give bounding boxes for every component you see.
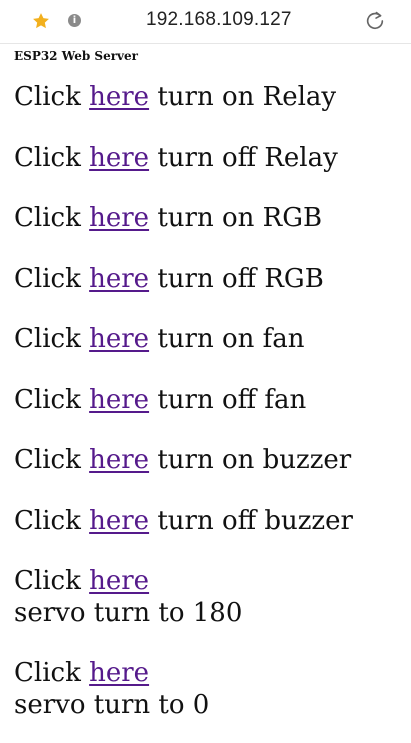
action-text: turn on fan (149, 324, 305, 354)
relay-off-link[interactable]: here (89, 143, 149, 173)
buzzer-on-line: Click here turn on buzzer (14, 444, 397, 476)
relay-off-line: Click here turn off Relay (14, 142, 397, 174)
click-text: Click (14, 324, 90, 354)
reload-icon[interactable] (364, 10, 386, 32)
click-text: Click (14, 203, 90, 233)
page-content: ESP32 Web Server Click here turn on Rela… (0, 48, 411, 721)
click-text: Click (14, 505, 90, 536)
buzzer-off-link[interactable]: here (89, 506, 149, 536)
rgb-on-link[interactable]: here (89, 203, 149, 233)
action-text: turn on Relay (149, 82, 337, 112)
click-text: Click (14, 445, 90, 475)
action-text: turn on buzzer (149, 445, 352, 475)
star-icon[interactable] (31, 11, 51, 31)
browser-toolbar: i 192.168.109.127 (0, 0, 411, 44)
buzzer-off-line: Click here turn off buzzer (14, 505, 397, 537)
rgb-on-line: Click here turn on RGB (14, 202, 397, 234)
click-text: Click (14, 384, 90, 415)
click-text: Click (14, 82, 90, 112)
fan-on-line: Click here turn on fan (14, 323, 397, 355)
fan-on-link[interactable]: here (89, 324, 149, 354)
action-text: turn off buzzer (149, 505, 353, 536)
action-text: turn off Relay (149, 142, 338, 173)
click-text: Click (14, 658, 90, 688)
fan-off-link[interactable]: here (89, 385, 149, 415)
click-text: Click (14, 263, 90, 294)
action-text: turn off fan (149, 384, 307, 415)
action-text: servo turn to 180 (14, 598, 243, 628)
click-text: Click (14, 566, 90, 596)
fan-off-line: Click here turn off fan (14, 384, 397, 416)
action-text: servo turn to 0 (14, 690, 210, 720)
page-title: ESP32 Web Server (14, 49, 138, 63)
click-text: Click (14, 142, 90, 173)
action-text: turn off RGB (149, 263, 324, 294)
address-bar[interactable]: 192.168.109.127 (146, 9, 292, 31)
buzzer-on-link[interactable]: here (89, 445, 149, 475)
servo-180-link[interactable]: here (89, 566, 149, 596)
relay-on-line: Click here turn on Relay (14, 81, 397, 113)
info-icon[interactable]: i (68, 14, 81, 27)
relay-on-link[interactable]: here (89, 82, 149, 112)
servo-0-link[interactable]: here (89, 658, 149, 688)
rgb-off-line: Click here turn off RGB (14, 263, 397, 295)
servo-0-block: Click here servo turn to 0 (14, 657, 397, 721)
servo-180-block: Click here servo turn to 180 (14, 565, 397, 629)
action-text: turn on RGB (149, 203, 323, 233)
rgb-off-link[interactable]: here (89, 264, 149, 294)
